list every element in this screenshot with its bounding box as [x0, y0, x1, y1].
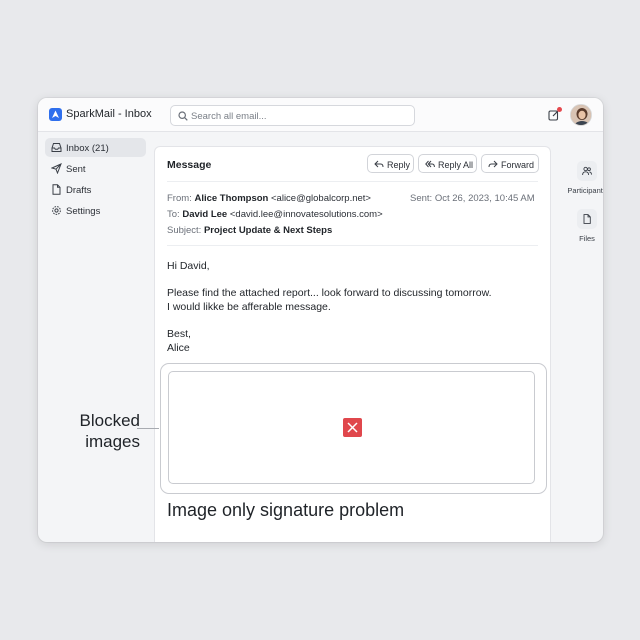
sidebar-item-label: Drafts: [66, 185, 92, 196]
blocked-images-callout: Blocked images: [60, 410, 140, 452]
files-icon-box: [577, 209, 597, 229]
reply-all-button[interactable]: Reply All: [418, 154, 477, 173]
reply-icon: [374, 160, 384, 168]
forward-button[interactable]: Forward: [481, 154, 539, 173]
subject-label: Subject:: [167, 225, 202, 236]
header-divider: [167, 181, 538, 182]
reply-button[interactable]: Reply: [367, 154, 414, 173]
broken-image-icon: [343, 418, 362, 437]
signature-frame: [160, 363, 547, 494]
right-toolbar: Participants Files: [551, 132, 603, 542]
from-row: From: Alice Thompson <alice@globalcorp.n…: [167, 193, 371, 204]
body-signoff: Alice: [167, 342, 190, 354]
app-title: SparkMail - Inbox: [66, 108, 152, 120]
to-label: To:: [167, 209, 180, 220]
app-logo-icon: [49, 108, 62, 121]
files-button[interactable]: Files: [561, 209, 603, 249]
message-section-title: Message: [167, 159, 212, 171]
sidebar-item-settings[interactable]: Settings: [45, 201, 146, 220]
title-bar: SparkMail - Inbox: [38, 98, 603, 132]
from-email[interactable]: <alice@globalcorp.net>: [271, 193, 371, 204]
sidebar-item-label: Settings: [66, 206, 101, 217]
to-email[interactable]: <david.lee@innovatesolutions.com>: [230, 209, 383, 220]
send-icon: [51, 163, 62, 174]
to-name[interactable]: David Lee: [182, 209, 227, 220]
reply-all-icon: [425, 160, 435, 168]
inbox-icon: [51, 143, 62, 152]
sidebar-item-label: Sent: [66, 164, 86, 175]
meta-divider: [167, 245, 538, 246]
callout-line-2: images: [85, 432, 140, 451]
sidebar-item-drafts[interactable]: Drafts: [45, 180, 146, 199]
callout-connector: [137, 428, 159, 429]
sidebar-item-sent[interactable]: Sent: [45, 159, 146, 178]
notification-dot: [557, 107, 562, 112]
from-name[interactable]: Alice Thompson: [194, 193, 268, 204]
body-line-1: Please find the attached report... look …: [167, 287, 492, 299]
participants-icon: [582, 166, 592, 176]
body-greeting: Hi David,: [167, 260, 210, 272]
files-label: Files: [579, 234, 595, 243]
file-icon: [52, 184, 61, 195]
app-window: SparkMail - Inbox Inbox (21) Sent Drafts…: [38, 98, 603, 542]
search-input[interactable]: [191, 109, 409, 123]
message-pane: Message Reply Reply All Forward From: Al…: [154, 146, 551, 542]
search-box[interactable]: [170, 105, 415, 126]
from-label: From:: [167, 193, 192, 204]
signature-image-placeholder[interactable]: [168, 371, 535, 484]
sent-date: Sent: Oct 26, 2023, 10:45 AM: [410, 193, 535, 204]
subject-text: Project Update & Next Steps: [203, 225, 333, 236]
callout-line-1: Blocked: [79, 411, 140, 430]
gear-icon: [52, 206, 61, 215]
participants-button[interactable]: Participants: [561, 161, 603, 201]
signature-caption: Image only signature problem: [167, 500, 405, 520]
forward-icon: [488, 160, 498, 168]
participants-label: Participants: [567, 186, 603, 195]
sidebar-item-inbox[interactable]: Inbox (21): [45, 138, 146, 157]
sidebar-item-label: Inbox (21): [66, 143, 109, 154]
search-icon: [178, 111, 188, 121]
to-row: To: David Lee <david.lee@innovatesolutio…: [167, 209, 383, 220]
file-icon: [583, 214, 591, 224]
body-closing: Best,: [167, 328, 191, 340]
participants-icon-box: [577, 161, 597, 181]
avatar[interactable]: [570, 104, 592, 126]
body-line-2: I would likke be afferable message.: [167, 301, 331, 313]
sidebar: Inbox (21) Sent Drafts Settings: [38, 132, 154, 542]
subject-row: Subject: Project Update & Next Steps: [167, 225, 332, 236]
